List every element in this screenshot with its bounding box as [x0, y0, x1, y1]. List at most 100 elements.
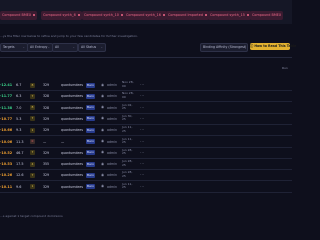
value-cell: 5.3 — [16, 116, 22, 121]
method-cell: quantumdees — [61, 83, 83, 87]
table-row[interactable]: -10.11 9.6 1 329 quantumdees Bero ◉ admin Jun 11… — [0, 182, 292, 193]
all-filter[interactable]: All ⌄ — [52, 43, 78, 52]
value-cell: 9.6 — [16, 184, 22, 189]
close-icon[interactable] — [33, 14, 36, 16]
method-cell: quantumdees — [61, 173, 83, 178]
filter-label: All — [55, 45, 59, 49]
number-cell: 329 — [43, 128, 50, 133]
view-icon[interactable]: ◉ — [101, 94, 104, 98]
close-icon[interactable] — [162, 14, 165, 16]
compound-tag[interactable]: Compound BMEX — [250, 11, 284, 20]
table-row[interactable]: -11.77 6.3 7 328 quantumdees Bero ◉ admin Nov 28… — [0, 91, 292, 103]
number-cell: 328 — [43, 94, 50, 99]
sort-select[interactable]: Binding Affinity (Strongest) ⌄ — [200, 43, 248, 52]
table-row[interactable]: -10.77 5.3 7 329 quantumdees Bero ◉ admin Jun 30… — [0, 114, 292, 125]
filter-label: Binding Affinity (Strongest) — [203, 45, 247, 49]
more-icon[interactable]: ⋯ — [140, 139, 144, 144]
value-cell: 12.6 — [16, 173, 24, 178]
compound-tag[interactable]: Compound synth_15 — [208, 11, 251, 20]
compound-tag[interactable]: Compound synth_16 — [124, 11, 167, 20]
table-row[interactable]: -10.53 17.5 4 355 quantumdees Bero ◉ admin Jun 2… — [0, 159, 292, 171]
entropy-filter[interactable]: All Entropy ⌄ — [27, 43, 53, 52]
number-cell: 329 — [43, 184, 50, 189]
view-icon[interactable]: ◉ — [101, 83, 104, 87]
compound-tag[interactable]: Compound synth_10 — [82, 11, 125, 20]
view-icon[interactable]: ◉ — [101, 150, 104, 154]
table-row[interactable]: -12.41 6.7 8 329 quantumdees Bero ◉ admin Nov 28… — [0, 80, 292, 91]
owner-cell: admin — [107, 105, 117, 110]
status-pill: Bero — [86, 184, 95, 190]
status-pill: Bero — [86, 161, 95, 167]
table-row[interactable]: -10.52 46.7 7 329 quantumdees Bero ◉ admin Jun 2… — [0, 148, 292, 159]
close-icon[interactable] — [120, 14, 123, 16]
compound-tag[interactable]: Compound synth_6 — [41, 11, 82, 20]
rows-count: Run — [282, 66, 288, 70]
number-cell: 328 — [43, 105, 50, 110]
view-icon[interactable]: ◉ — [101, 116, 104, 120]
number-cell: 355 — [43, 162, 50, 167]
view-icon[interactable]: ◉ — [101, 173, 104, 177]
table-row[interactable]: -11.38 7.0 8 328 quantumdees Bero ◉ admin Jun 02… — [0, 103, 292, 114]
more-icon[interactable]: ⋯ — [140, 172, 144, 177]
view-icon[interactable]: ◉ — [101, 184, 104, 188]
date-cell: Jun 28, 25 — [122, 147, 133, 156]
chevron-down-icon: ⌄ — [22, 45, 25, 49]
owner-cell: admin — [107, 139, 117, 144]
date-cell: Nov 28, 00 — [122, 80, 134, 88]
value-cell: 9.3 — [16, 128, 22, 133]
more-icon[interactable]: ⋯ — [140, 93, 144, 98]
more-icon[interactable]: ⋯ — [140, 161, 144, 166]
row-divider — [0, 191, 292, 193]
compound-tag[interactable]: Compound Imported — [166, 11, 209, 20]
view-icon[interactable]: ◉ — [101, 139, 104, 143]
binding-score: -10.11 — [0, 184, 13, 189]
view-icon[interactable]: ◉ — [101, 105, 104, 109]
more-icon[interactable]: ⋯ — [140, 116, 144, 121]
view-icon[interactable]: ◉ — [101, 162, 104, 166]
binding-score: -11.38 — [0, 105, 13, 110]
table-row[interactable]: -10.06 11.3 0 — — Bero ◉ admin Jun 11, 25 ⋯ — [0, 137, 292, 148]
divider — [0, 57, 292, 58]
targets-filter[interactable]: Targets ⌄ — [0, 43, 28, 52]
more-icon[interactable]: ⋯ — [140, 127, 144, 132]
compound-tag[interactable]: Compound BMEX — [0, 11, 38, 20]
date-cell: Jun 30, 25 — [122, 113, 133, 122]
binding-score: -10.77 — [0, 116, 13, 121]
owner-cell: admin — [107, 162, 117, 167]
count-badge: 7 — [30, 93, 35, 99]
filter-label: Targets — [3, 45, 15, 49]
more-icon[interactable]: ⋯ — [140, 105, 144, 110]
value-cell: 6.7 — [16, 83, 22, 87]
method-cell: quantumdees — [61, 184, 83, 189]
more-icon[interactable]: ⋯ — [140, 184, 144, 189]
date-cell: Nov 28, 00 — [122, 91, 134, 99]
binding-score: -10.52 — [0, 150, 13, 155]
close-icon[interactable] — [77, 14, 80, 16]
status-pill: Bero — [86, 150, 95, 156]
binding-score: -12.41 — [0, 83, 13, 87]
footer-text: ...s against 1 target compound dominions — [0, 214, 63, 218]
owner-cell: admin — [107, 116, 117, 121]
tag-label: Compound synth_6 — [43, 13, 76, 17]
close-icon[interactable] — [246, 14, 249, 16]
more-icon[interactable]: ⋯ — [140, 150, 144, 155]
date-cell: Jun 11, 25 — [122, 136, 133, 145]
value-cell: 17.5 — [16, 162, 24, 167]
status-filter[interactable]: All Status ⌄ — [78, 43, 106, 52]
tag-label: Compound synth_10 — [84, 13, 119, 17]
how-to-read-button[interactable]: ⓘ How to Read This Table — [250, 43, 296, 50]
close-icon[interactable] — [205, 14, 207, 16]
view-icon[interactable]: ◉ — [101, 128, 104, 132]
owner-cell: admin — [107, 173, 117, 178]
tag-label: Compound BMEX — [2, 13, 32, 17]
more-icon[interactable]: ⋯ — [140, 82, 144, 87]
method-cell: quantumdees — [61, 116, 83, 121]
table-row[interactable]: -10.26 12.6 7 329 quantumdees Bero ◉ admin Jun 2… — [0, 170, 292, 182]
chevron-down-icon: ⌄ — [47, 45, 50, 49]
number-cell: 329 — [43, 83, 50, 87]
count-badge: 1 — [30, 184, 35, 190]
table-row[interactable]: -10.66 9.3 1 329 quantumdees Bero ◉ admin Jun 11… — [0, 125, 292, 137]
owner-cell: admin — [107, 128, 117, 133]
binding-score: -10.26 — [0, 173, 13, 178]
owner-cell: admin — [107, 83, 117, 87]
